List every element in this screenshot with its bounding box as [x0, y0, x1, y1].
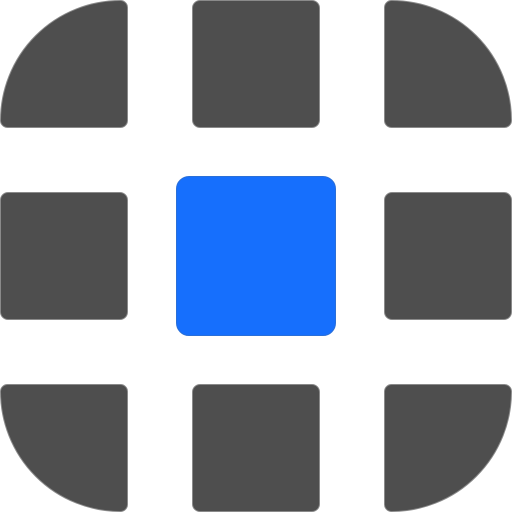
bottom-left-quarter-tile [0, 384, 128, 512]
top-center-tile [192, 0, 320, 128]
middle-left-tile [0, 192, 128, 320]
middle-right-tile [384, 192, 512, 320]
bottom-center-tile [192, 384, 320, 512]
center-highlight-tile [176, 176, 336, 336]
top-left-quarter-tile [0, 0, 128, 128]
bottom-right-quarter-tile [384, 384, 512, 512]
grid-focus-icon [0, 0, 512, 512]
top-right-quarter-tile [384, 0, 512, 128]
